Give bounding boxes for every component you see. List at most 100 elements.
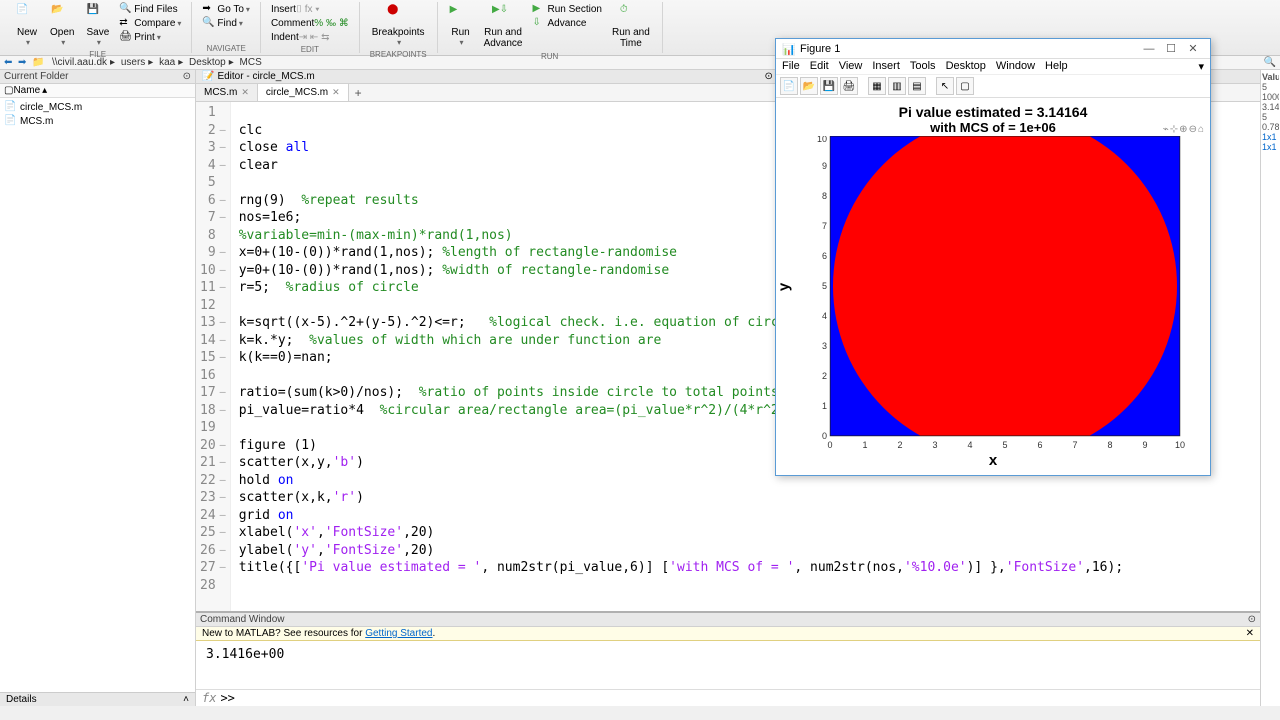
svg-text:9: 9 <box>1142 440 1147 450</box>
figure-titlebar[interactable]: 📊 Figure 1 — ☐ ✕ <box>776 39 1210 59</box>
run-button[interactable]: ▶Run▾ <box>444 2 478 51</box>
file-item[interactable]: 📄MCS.m <box>2 114 193 128</box>
edit-plot-icon[interactable]: ▦ <box>868 77 886 95</box>
svg-text:5: 5 <box>822 281 827 291</box>
maximize-button[interactable]: ☐ <box>1160 42 1182 55</box>
zoom-out-icon[interactable]: ⊖ <box>1189 124 1197 135</box>
getting-started-banner: New to MATLAB? See resources for Getting… <box>196 627 1260 641</box>
details-bar[interactable]: Details˄ <box>0 692 195 706</box>
pointer-icon[interactable]: ↖ <box>936 77 954 95</box>
menu-view[interactable]: View <box>839 60 863 73</box>
minimize-button[interactable]: — <box>1138 43 1160 55</box>
run-section-button[interactable]: ▶Run Section <box>528 2 605 16</box>
name-column-header[interactable]: Name <box>13 85 40 96</box>
svg-text:1: 1 <box>862 440 867 450</box>
command-prompt[interactable]: fx>> <box>196 689 1260 706</box>
file-item[interactable]: 📄circle_MCS.m <box>2 100 193 114</box>
new-fig-icon[interactable]: 📄 <box>780 77 798 95</box>
brush-icon[interactable]: ⌁ <box>1163 124 1169 135</box>
panel-arrow-icon[interactable]: ⊙ <box>183 71 191 82</box>
add-tab-button[interactable]: + <box>349 84 368 101</box>
home-icon[interactable]: ⌂ <box>1198 124 1204 135</box>
insert-colorbar-icon[interactable]: ▤ <box>908 77 926 95</box>
menu-edit[interactable]: Edit <box>810 60 829 73</box>
find-button[interactable]: 🔍Find▾ <box>198 16 254 30</box>
menu-more-icon[interactable]: ▾ <box>1198 60 1204 73</box>
svg-text:0: 0 <box>822 431 827 441</box>
zoom-in-icon[interactable]: ⊕ <box>1179 124 1187 135</box>
y-axis-label: y <box>776 282 793 290</box>
menu-desktop[interactable]: Desktop <box>946 60 986 73</box>
close-button[interactable]: ✕ <box>1182 42 1204 55</box>
svg-text:9: 9 <box>822 161 827 171</box>
svg-text:8: 8 <box>822 191 827 201</box>
tab-circle-mcs[interactable]: circle_MCS.m✕ <box>258 84 349 101</box>
breadcrumb[interactable]: \\civil.aau.dk▸ users▸ kaa▸ Desktop▸ MCS <box>52 57 262 68</box>
figure-window[interactable]: 📊 Figure 1 — ☐ ✕ File Edit View Insert T… <box>775 38 1211 476</box>
print-button[interactable]: 🖨Print▾ <box>115 30 185 44</box>
svg-text:10: 10 <box>817 136 827 144</box>
navigate-group-label: NAVIGATE <box>207 43 246 53</box>
svg-text:7: 7 <box>1072 440 1077 450</box>
print-fig-icon[interactable]: 🖨 <box>840 77 858 95</box>
close-banner-icon[interactable]: ✕ <box>1246 628 1254 639</box>
svg-text:3: 3 <box>932 440 937 450</box>
breakpoints-group-label: BREAKPOINTS <box>370 49 427 59</box>
current-folder-title: Current Folder⊙ <box>0 70 195 84</box>
menu-insert[interactable]: Insert <box>872 60 900 73</box>
figure-axes[interactable]: Pi value estimated = 3.14164 with MCS of… <box>776 98 1210 475</box>
menu-tools[interactable]: Tools <box>910 60 936 73</box>
indent-button[interactable]: Indent ⇥ ⇤ ⇆ <box>267 30 353 44</box>
close-icon[interactable]: ✕ <box>332 87 340 98</box>
open-button[interactable]: 📂Open▾ <box>44 2 80 49</box>
command-window-title: Command Window⊙ <box>196 613 1260 627</box>
run-group-label: RUN <box>541 51 558 61</box>
edit-group-label: EDIT <box>301 44 319 54</box>
comment-button[interactable]: Comment % ‰ ⌘ <box>267 16 353 30</box>
svg-text:6: 6 <box>1037 440 1042 450</box>
svg-text:6: 6 <box>822 251 827 261</box>
svg-text:1: 1 <box>822 401 827 411</box>
goto-button[interactable]: ➡Go To▾ <box>198 2 254 16</box>
run-time-button[interactable]: ⏱Run and Time <box>606 2 656 51</box>
up-icon[interactable]: 📁 <box>32 57 44 69</box>
svg-text:4: 4 <box>822 311 827 321</box>
current-folder-panel: Current Folder⊙ ▢ Name▴ 📄circle_MCS.m 📄M… <box>0 70 196 706</box>
tab-mcs[interactable]: MCS.m✕ <box>196 84 258 101</box>
menu-help[interactable]: Help <box>1045 60 1068 73</box>
new-button[interactable]: 📄New▾ <box>10 2 44 49</box>
plot-title: Pi value estimated = 3.14164 with MCS of… <box>776 104 1210 135</box>
svg-text:3: 3 <box>822 341 827 351</box>
matlab-icon: 📊 <box>782 43 794 55</box>
workspace-panel: Valu 5 1000 3.14 5 0.78 1x1 1x1 <box>1260 70 1280 706</box>
layout-icon[interactable]: ▢ <box>956 77 974 95</box>
svg-text:10: 10 <box>1175 440 1185 450</box>
svg-text:2: 2 <box>822 371 827 381</box>
pan-icon[interactable]: ⊹ <box>1170 124 1178 135</box>
breakpoints-button[interactable]: ⬤Breakpoints▾ <box>366 2 431 49</box>
menu-file[interactable]: File <box>782 60 800 73</box>
save-fig-icon[interactable]: 💾 <box>820 77 838 95</box>
plot-svg: 012 345 678 910 012 345 678 910 <box>800 136 1192 456</box>
open-fig-icon[interactable]: 📂 <box>800 77 818 95</box>
search-icon[interactable]: 🔍 <box>1264 57 1276 68</box>
svg-text:2: 2 <box>897 440 902 450</box>
link-plot-icon[interactable]: ▥ <box>888 77 906 95</box>
getting-started-link[interactable]: Getting Started <box>365 628 432 639</box>
compare-button[interactable]: ⇄Compare▾ <box>115 16 185 30</box>
find-files-button[interactable]: 🔍Find Files <box>115 2 185 16</box>
menu-window[interactable]: Window <box>996 60 1035 73</box>
x-axis-label: x <box>776 452 1210 469</box>
close-icon[interactable]: ✕ <box>241 87 249 98</box>
insert-button[interactable]: Insert ⌷ fx ▾ <box>267 2 353 16</box>
svg-text:4: 4 <box>967 440 972 450</box>
file-list: 📄circle_MCS.m 📄MCS.m <box>0 98 195 692</box>
editor-title: 📝Editor - circle_MCS.m⊙ ✕ <box>196 70 790 83</box>
figure-menubar: File Edit View Insert Tools Desktop Wind… <box>776 59 1210 75</box>
back-icon[interactable]: ⬅ <box>4 57 16 69</box>
advance-button[interactable]: ⇩Advance <box>528 16 605 30</box>
command-output: 3.1416e+00 <box>196 641 1260 689</box>
save-button[interactable]: 💾Save▾ <box>80 2 115 49</box>
forward-icon[interactable]: ➡ <box>18 57 30 69</box>
run-advance-button[interactable]: ▶⇩Run and Advance <box>478 2 529 51</box>
